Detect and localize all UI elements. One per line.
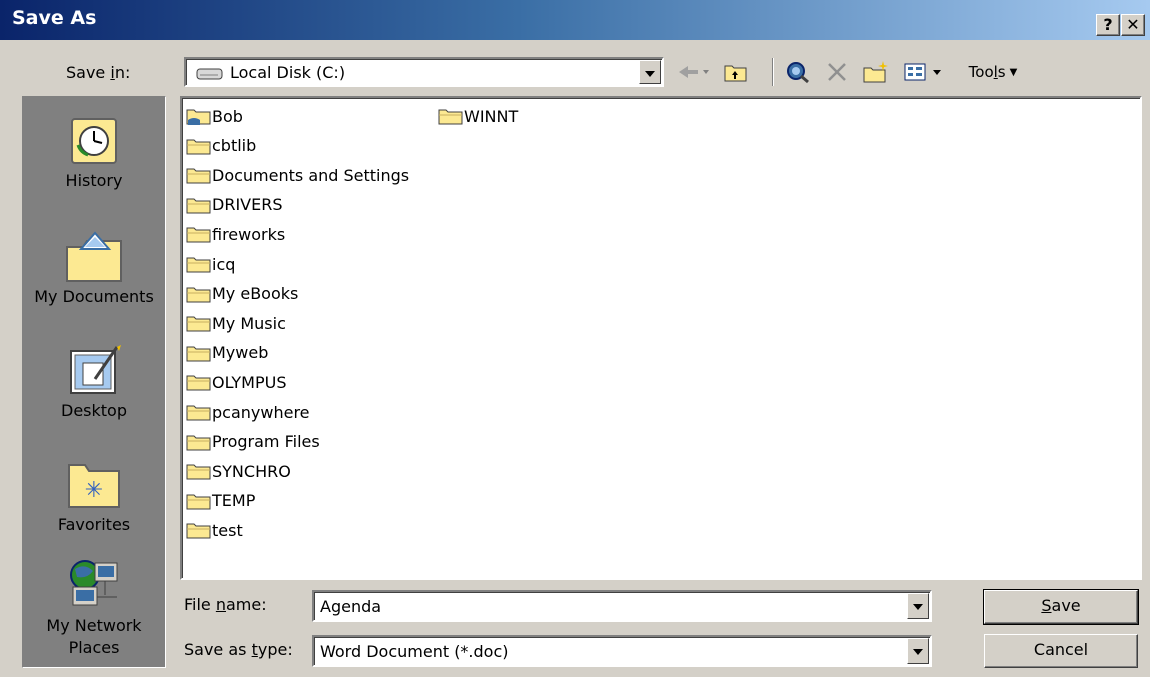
file-name-value: Agenda (320, 597, 382, 616)
title-bar: Save As ? ✕ (0, 0, 1150, 40)
list-item[interactable]: fireworks (186, 222, 285, 246)
file-name-dropdown-icon[interactable] (907, 593, 929, 619)
folder-icon (186, 316, 211, 332)
list-item[interactable]: cbtlib (186, 134, 256, 158)
search-web-button[interactable] (782, 58, 814, 86)
list-item[interactable]: My Music (186, 311, 286, 335)
list-item-label: My Music (212, 313, 286, 333)
list-item[interactable]: Bob (186, 104, 243, 128)
list-item[interactable]: icq (186, 252, 235, 276)
list-item-label: test (212, 520, 243, 540)
list-item-label: fireworks (212, 224, 286, 244)
chevron-down-icon[interactable] (639, 60, 661, 84)
views-icon (904, 63, 941, 81)
places-bar: History My Documents Desktop ✳ Favorites (22, 96, 166, 668)
place-desktop[interactable]: Desktop (23, 343, 165, 420)
folder-icon (186, 257, 211, 273)
save-button[interactable]: Save (983, 589, 1139, 625)
list-item-label: Program Files (212, 432, 320, 452)
new-folder-button[interactable] (860, 58, 892, 86)
list-item[interactable]: OLYMPUS (186, 370, 286, 394)
list-item[interactable]: pcanywhere (186, 400, 310, 424)
list-item[interactable]: Myweb (186, 341, 268, 365)
list-item-label: icq (212, 254, 236, 274)
file-name-label: File name: (184, 595, 267, 614)
save-in-value: Local Disk (C:) (230, 63, 346, 82)
place-my-network-places[interactable]: My Network Places (23, 557, 165, 659)
views-button[interactable] (900, 58, 958, 86)
up-one-level-button[interactable] (720, 58, 752, 86)
list-item[interactable]: WINNT (438, 104, 518, 128)
back-arrow-icon (679, 66, 709, 78)
svg-text:✳: ✳ (85, 478, 103, 503)
list-item-label: Documents and Settings (212, 165, 410, 185)
tools-dropdown-icon: ▼ (1009, 66, 1018, 78)
folder-icon (186, 168, 211, 184)
cancel-button[interactable]: Cancel (984, 634, 1138, 668)
folder-icon (186, 464, 211, 480)
save-as-type-dropdown[interactable]: Word Document (*.doc) (312, 635, 932, 667)
save-in-dropdown[interactable]: Local Disk (C:) (184, 57, 664, 87)
list-item-label: OLYMPUS (212, 372, 287, 392)
folder-icon (186, 287, 211, 303)
folder-icon (438, 109, 463, 125)
tools-menu-button[interactable]: Too l s ▼ (962, 58, 1024, 86)
save-as-type-value: Word Document (*.doc) (320, 642, 509, 661)
list-item-label: My eBooks (212, 284, 299, 304)
list-item[interactable]: test (186, 518, 243, 542)
list-item-label: cbtlib (212, 136, 257, 156)
list-item[interactable]: My eBooks (186, 282, 298, 306)
search-web-icon (787, 62, 809, 84)
place-favorites[interactable]: ✳ Favorites (23, 457, 165, 534)
list-item-label: TEMP (212, 491, 256, 511)
delete-icon (828, 63, 846, 81)
folder-icon (186, 346, 211, 362)
save-in-label: Save in: (66, 63, 131, 82)
history-icon (71, 118, 117, 164)
folder-icon (186, 198, 211, 214)
local-disk-icon (196, 68, 223, 80)
list-item-label: WINNT (464, 106, 519, 126)
list-item-label: DRIVERS (212, 195, 283, 215)
folder-icon (186, 494, 211, 510)
folder-icon (186, 435, 211, 451)
up-folder-icon (724, 65, 747, 82)
delete-button[interactable] (822, 58, 852, 86)
window-title: Save As (12, 7, 97, 29)
place-history[interactable]: History (23, 115, 165, 190)
list-item[interactable]: Documents and Settings (186, 163, 409, 187)
folder-icon (186, 523, 211, 539)
back-button[interactable] (674, 58, 714, 86)
list-item[interactable]: Program Files (186, 430, 320, 454)
file-name-input[interactable]: Agenda (312, 590, 932, 622)
list-item-label: pcanywhere (212, 402, 310, 422)
list-item-label: Myweb (212, 343, 269, 363)
save-as-type-chevron-icon[interactable] (907, 638, 929, 664)
new-folder-icon (863, 61, 888, 83)
folder-icon (186, 227, 211, 243)
network-places-icon (70, 560, 118, 606)
list-item-label: Bob (212, 106, 243, 126)
favorites-icon: ✳ (68, 464, 120, 508)
file-list[interactable]: Bob cbtlib Documents and Settings DRIVERS fi… (180, 96, 1142, 580)
close-button[interactable]: ✕ (1121, 14, 1145, 36)
folder-icon (186, 375, 211, 391)
my-documents-icon (66, 231, 122, 282)
place-my-documents[interactable]: My Documents (23, 229, 165, 306)
desktop-icon (70, 345, 121, 394)
list-item[interactable]: SYNCHRO (186, 459, 291, 483)
list-item[interactable]: TEMP (186, 489, 255, 513)
list-item-label: SYNCHRO (212, 461, 291, 481)
shared-folder-icon (186, 109, 211, 125)
folder-icon (186, 405, 211, 421)
help-button[interactable]: ? (1096, 14, 1120, 36)
save-as-type-label: Save as type: (184, 640, 293, 659)
list-item[interactable]: DRIVERS (186, 193, 282, 217)
folder-icon (186, 139, 211, 155)
